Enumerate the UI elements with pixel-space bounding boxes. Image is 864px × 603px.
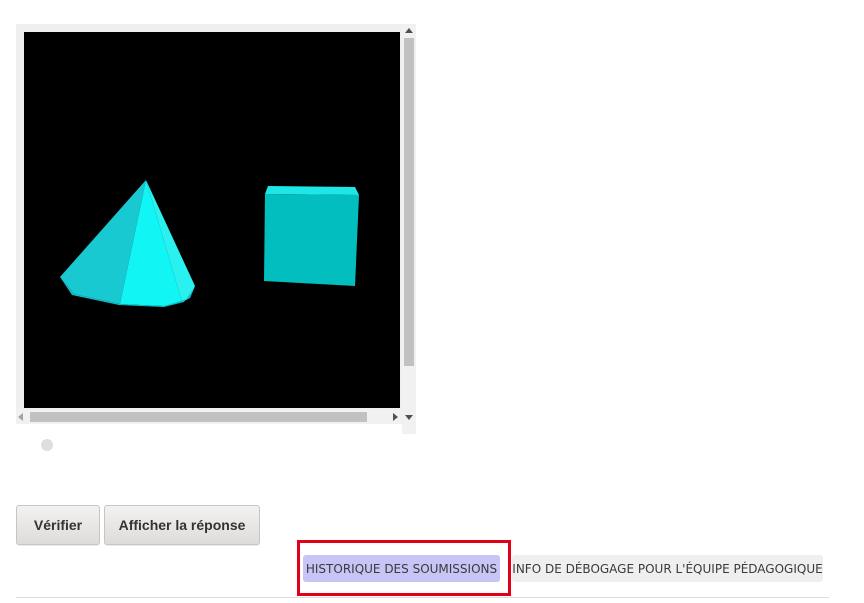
3d-viewer — [16, 24, 416, 434]
cube-shape — [264, 186, 359, 286]
divider — [16, 597, 829, 598]
horizontal-scroll-thumb[interactable] — [30, 412, 367, 422]
scroll-down-arrow-icon[interactable] — [405, 415, 413, 420]
cone-shape — [60, 180, 195, 307]
scroll-left-arrow-icon[interactable] — [18, 413, 23, 421]
submission-history-button[interactable]: HISTORIQUE DES SOUMISSIONS — [303, 555, 500, 582]
problem-page: Vérifier Afficher la réponse HISTORIQUE … — [0, 0, 864, 603]
vertical-scroll-thumb[interactable] — [404, 38, 414, 366]
horizontal-scrollbar[interactable] — [16, 410, 402, 424]
check-button[interactable]: Vérifier — [16, 505, 100, 545]
vertical-scrollbar[interactable] — [402, 24, 416, 434]
scroll-up-arrow-icon[interactable] — [405, 28, 413, 33]
cube-top-face — [265, 186, 359, 195]
cube-front-face — [264, 194, 359, 286]
scroll-right-arrow-icon[interactable] — [393, 413, 398, 421]
3d-scene-svg — [60, 180, 359, 307]
3d-scene-canvas[interactable] — [24, 32, 400, 408]
staff-debug-info-button[interactable]: INFO DE DÉBOGAGE POUR L'ÉQUIPE PÉDAGOGIQ… — [512, 555, 823, 582]
show-answer-button[interactable]: Afficher la réponse — [104, 505, 260, 545]
status-indicator-dot — [41, 439, 53, 451]
